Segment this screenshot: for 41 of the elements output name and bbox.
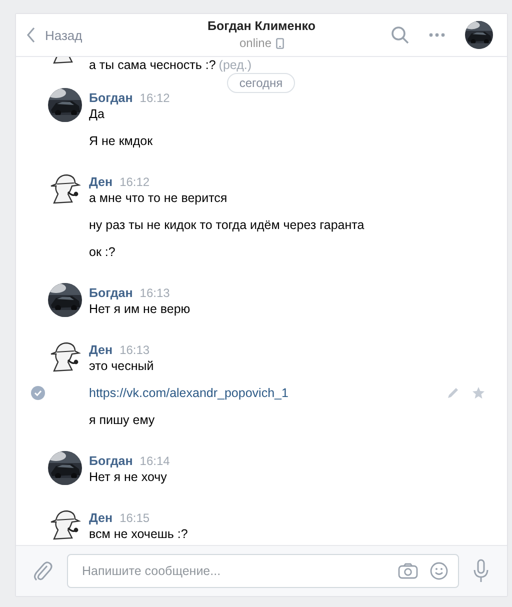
message-text: Да <box>89 106 104 122</box>
phone-icon <box>276 38 284 48</box>
star-icon[interactable] <box>472 387 485 399</box>
message-text: я пишу ему <box>89 412 155 428</box>
smiley-icon[interactable] <box>430 562 448 580</box>
message-text: это чесный <box>89 358 154 374</box>
sender-name[interactable]: Ден <box>89 511 113 525</box>
chevron-left-icon <box>26 27 36 43</box>
date-divider: сегодня <box>227 73 295 93</box>
message-text: Нет я им не верю <box>89 301 190 317</box>
message-text: всм не хочешь :? <box>89 526 188 542</box>
paperclip-icon[interactable] <box>33 560 53 582</box>
camera-icon[interactable] <box>398 563 418 579</box>
message-time: 16:15 <box>120 511 150 525</box>
more-icon[interactable] <box>428 32 446 38</box>
message-input[interactable]: Напишите сообщение... <box>80 563 386 579</box>
back-button[interactable]: Назад <box>26 27 82 43</box>
message-text: Я не кмдок <box>89 133 153 149</box>
sender-name[interactable]: Ден <box>89 175 113 189</box>
online-status: online <box>239 36 272 50</box>
sender-name[interactable]: Богдан <box>89 454 133 468</box>
message-time: 16:13 <box>120 343 150 357</box>
message-text: а ты сама чесность :? (ред.) <box>89 58 252 72</box>
message-time: 16:13 <box>140 286 170 300</box>
message-text: а мне что то не верится <box>89 190 228 206</box>
search-icon[interactable] <box>391 26 409 44</box>
chat-title: Богдан Клименко <box>208 19 316 33</box>
message-time: 16:14 <box>140 454 170 468</box>
message-time: 16:12 <box>140 91 170 105</box>
microphone-icon[interactable] <box>473 559 489 583</box>
message-time: 16:12 <box>120 175 150 189</box>
message-text: ну раз ты не кидок то тогда идём через гаранта <box>89 217 364 233</box>
composer-field[interactable]: Напишите сообщение... <box>67 554 459 588</box>
sender-name[interactable]: Ден <box>89 343 113 357</box>
message-link[interactable]: https://vk.com/alexandr_popovich_1 <box>89 385 288 401</box>
sender-name[interactable]: Богдан <box>89 91 133 105</box>
pencil-icon[interactable] <box>447 387 459 399</box>
message-text: Нет я не хочу <box>89 469 167 485</box>
message-text: ок :? <box>89 244 116 260</box>
sender-name[interactable]: Богдан <box>89 286 133 300</box>
selected-check-icon[interactable] <box>31 386 45 400</box>
